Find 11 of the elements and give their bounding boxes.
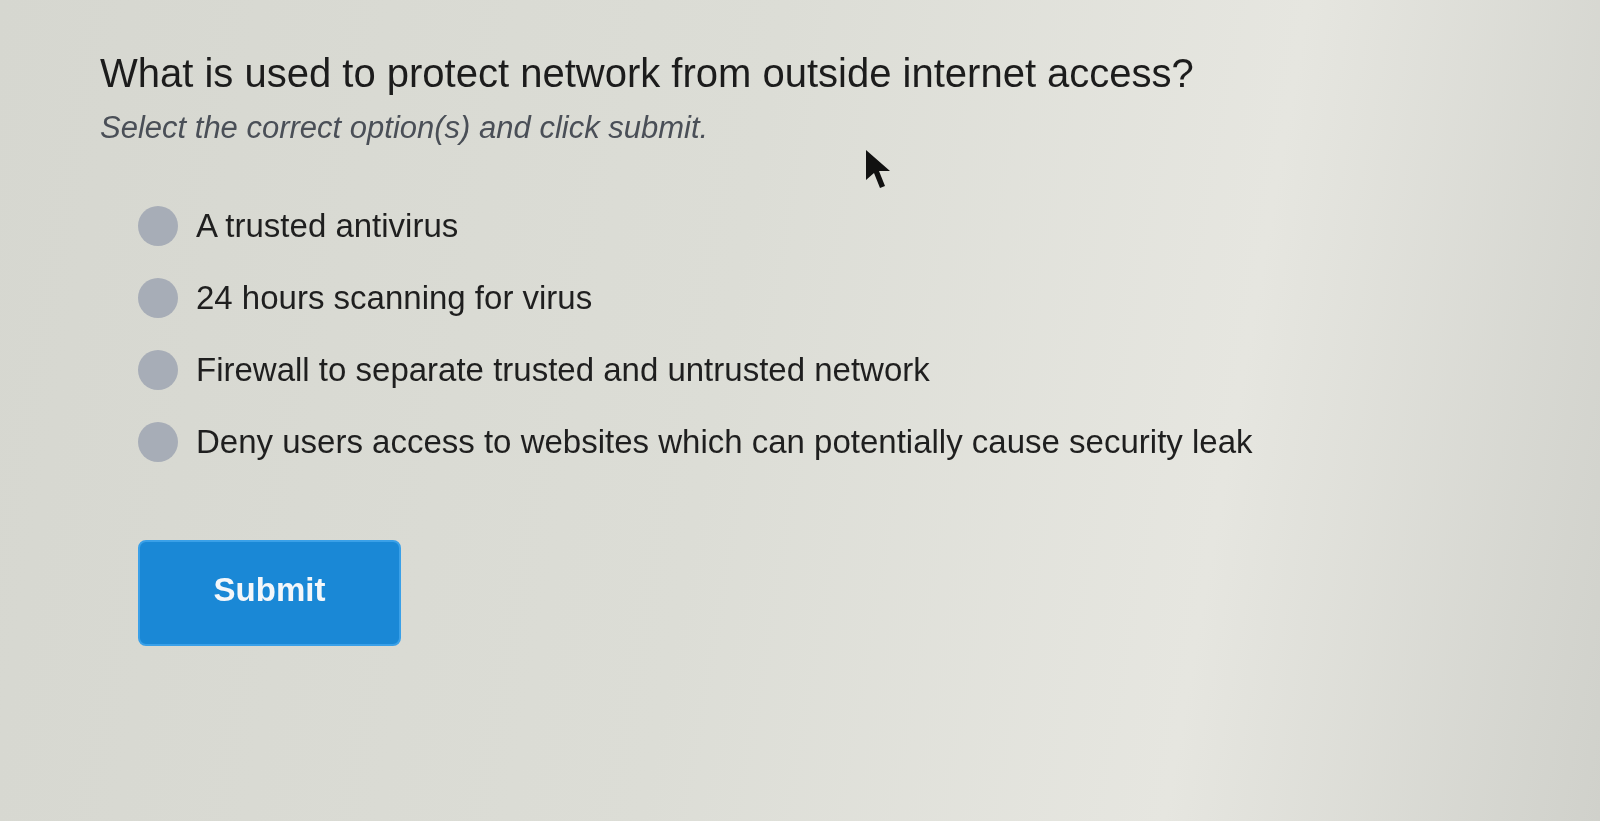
radio-button[interactable] xyxy=(138,205,178,246)
option-label[interactable]: 24 hours scanning for virus xyxy=(196,277,593,318)
submit-button[interactable]: Submit xyxy=(138,539,401,646)
question-title: What is used to protect network from outside internet access? xyxy=(100,50,1195,96)
option-label[interactable]: A trusted antivirus xyxy=(196,205,459,246)
radio-button[interactable] xyxy=(138,349,178,390)
radio-button[interactable] xyxy=(138,421,178,462)
instruction-text: Select the correct option(s) and click submit. xyxy=(100,110,710,146)
radio-button[interactable] xyxy=(138,277,178,318)
option-label[interactable]: Deny users access to websites which can potentially cause security leak xyxy=(196,421,1253,462)
option-label[interactable]: Firewall to separate trusted and untrusted network xyxy=(196,349,930,390)
